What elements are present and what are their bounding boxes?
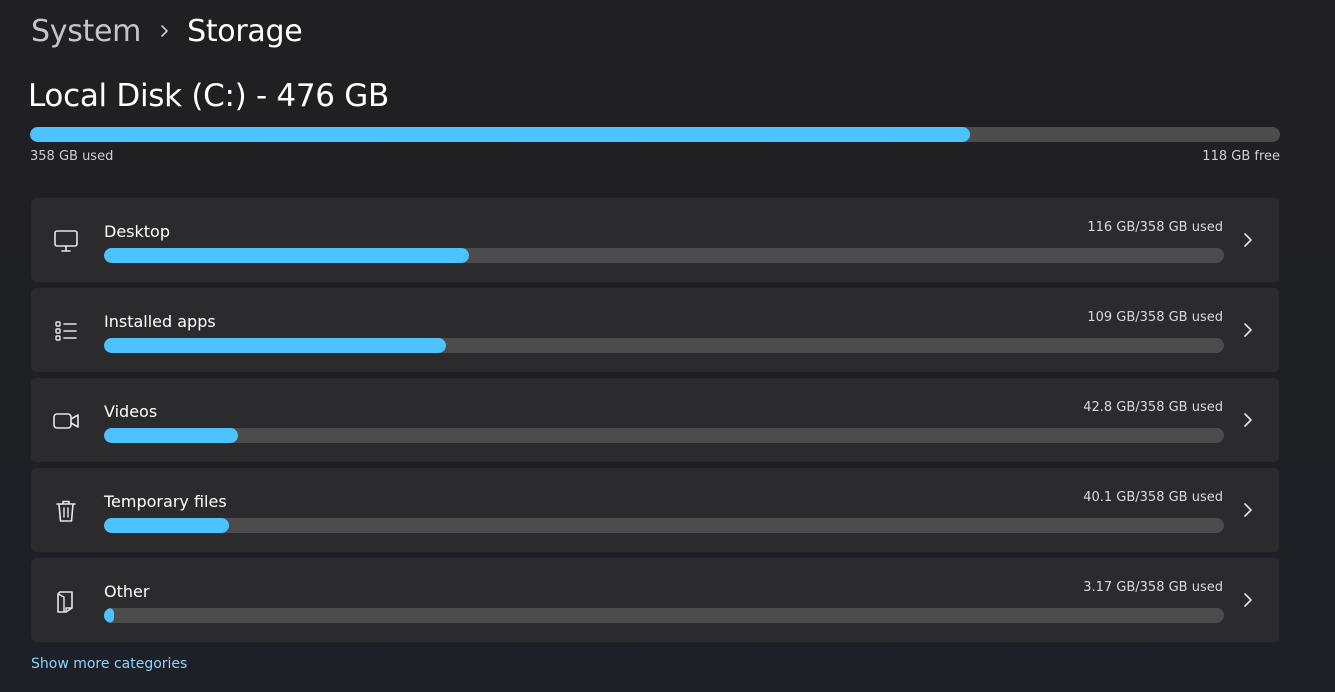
disk-usage-fill (30, 127, 970, 142)
category-videos[interactable]: Videos 42.8 GB/358 GB used (31, 378, 1279, 462)
video-camera-icon (51, 406, 81, 436)
category-label: Desktop (104, 222, 170, 241)
trash-icon (51, 496, 81, 526)
category-usage: 42.8 GB/358 GB used (1083, 400, 1223, 415)
category-desktop[interactable]: Desktop 116 GB/358 GB used (31, 198, 1279, 282)
category-usage-bar (104, 428, 1224, 443)
category-label: Other (104, 582, 150, 601)
chevron-right-icon (1241, 502, 1255, 518)
category-installed-apps[interactable]: Installed apps 109 GB/358 GB used (31, 288, 1279, 372)
category-temporary-files[interactable]: Temporary files 40.1 GB/358 GB used (31, 468, 1279, 552)
category-usage-fill (104, 608, 115, 623)
category-usage-fill (104, 338, 446, 353)
category-usage: 109 GB/358 GB used (1087, 310, 1223, 325)
category-label: Videos (104, 402, 158, 421)
page-title: Storage (187, 13, 303, 49)
category-usage: 40.1 GB/358 GB used (1083, 490, 1223, 505)
chevron-right-icon (1241, 412, 1255, 428)
chevron-right-icon (1241, 592, 1255, 608)
category-usage-bar (104, 608, 1224, 623)
monitor-icon (51, 226, 81, 256)
category-usage-fill (104, 518, 230, 533)
app-list-icon (51, 316, 81, 346)
category-label: Installed apps (104, 312, 216, 331)
storage-category-list: Desktop 116 GB/358 GB used Installed app… (31, 198, 1279, 648)
chevron-right-icon (141, 24, 187, 38)
breadcrumb: System Storage (31, 8, 303, 54)
disk-free-label: 118 GB free (1202, 149, 1280, 164)
category-usage: 3.17 GB/358 GB used (1083, 580, 1223, 595)
category-usage-bar (104, 248, 1224, 263)
category-usage: 116 GB/358 GB used (1087, 220, 1223, 235)
disk-title: Local Disk (C:) - 476 GB (28, 78, 389, 114)
document-icon (51, 586, 81, 616)
category-other[interactable]: Other 3.17 GB/358 GB used (31, 558, 1279, 642)
disk-usage-bar (30, 127, 1280, 142)
chevron-right-icon (1241, 322, 1255, 338)
category-usage-fill (104, 428, 239, 443)
category-usage-bar (104, 518, 1224, 533)
category-usage-fill (104, 248, 470, 263)
chevron-right-icon (1241, 232, 1255, 248)
disk-used-label: 358 GB used (30, 149, 114, 164)
category-usage-bar (104, 338, 1224, 353)
show-more-categories-link[interactable]: Show more categories (31, 656, 187, 672)
category-label: Temporary files (104, 492, 227, 511)
breadcrumb-system-link[interactable]: System (31, 14, 141, 49)
